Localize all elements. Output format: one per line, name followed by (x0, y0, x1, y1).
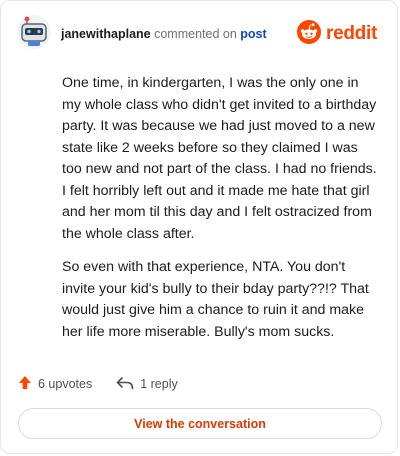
comment-card: janewithaplane commented on post reddit (0, 0, 398, 454)
comment-paragraph: So even with that experience, NTA. You d… (62, 259, 369, 340)
comment-header: janewithaplane commented on post reddit (17, 15, 381, 55)
comment-paragraph: One time, in kindergarten, I was the onl… (62, 75, 377, 242)
upvote-count: 6 upvotes (38, 377, 93, 391)
view-conversation-button[interactable]: View the conversation (18, 408, 382, 439)
username-link[interactable]: janewithaplane (61, 27, 151, 41)
reply-arrow-icon (116, 376, 134, 393)
post-link[interactable]: post (240, 27, 266, 41)
robot-avatar-icon[interactable] (17, 15, 51, 49)
upvote-arrow-icon (18, 375, 32, 393)
reply-count: 1 reply (140, 377, 178, 391)
byline-action: commented on (154, 27, 237, 41)
upvote-button[interactable]: 6 upvotes (18, 375, 92, 393)
reddit-wordmark: reddit (326, 23, 377, 44)
reddit-logo[interactable]: reddit (297, 19, 377, 49)
comment-byline: janewithaplane commented on post (61, 27, 267, 41)
comment-footer: 6 upvotes 1 reply (18, 373, 178, 395)
reply-button[interactable]: 1 reply (116, 376, 178, 393)
reddit-alien-icon (297, 19, 322, 49)
comment-body: One time, in kindergarten, I was the onl… (62, 73, 380, 355)
